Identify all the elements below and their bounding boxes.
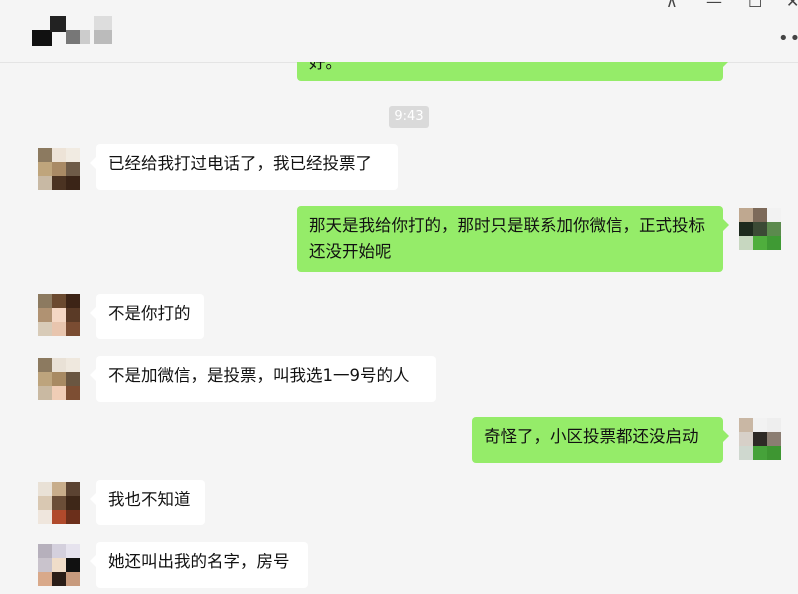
message-bubble[interactable]: 已经给我打过电话了，我已经投票了 — [90, 144, 398, 190]
message-bubble[interactable]: 那天是我给你打的，那时只是联系加你微信，正式投标还没开始呢 — [297, 206, 729, 272]
more-options-icon[interactable]: ••• — [778, 28, 798, 49]
minimize-icon[interactable]: — — [706, 0, 722, 10]
message-text: 她还叫出我的名字，房号 — [108, 552, 290, 571]
avatar[interactable] — [38, 482, 80, 524]
message-text: 那天是我给你打的，那时只是联系加你微信，正式投标还没开始呢 — [309, 216, 705, 261]
message-bubble-partial[interactable]: 好。 — [297, 62, 729, 81]
avatar[interactable] — [38, 358, 80, 400]
avatar-self[interactable] — [739, 208, 781, 250]
message-bubble[interactable]: 不是加微信，是投票，叫我选1一9号的人 — [90, 356, 436, 402]
message-text-partial: 好。 — [309, 62, 342, 72]
message-text: 不是你打的 — [108, 304, 191, 323]
avatar[interactable] — [38, 544, 80, 586]
avatar[interactable] — [38, 148, 80, 190]
message-text: 奇怪了，小区投票都还没启动 — [484, 427, 699, 446]
message-text: 已经给我打过电话了，我已经投票了 — [108, 154, 372, 173]
maximize-icon[interactable]: ☐ — [748, 0, 762, 10]
contact-name-pixelated — [32, 16, 114, 48]
message-bubble[interactable]: 我也不知道 — [90, 480, 205, 525]
close-icon[interactable]: ✕ — [786, 0, 798, 10]
chat-history[interactable]: 好。 9:43 已经给我打过电话了，我已经投票了 那天是我给你打的，那时只是联系… — [0, 62, 798, 594]
message-text: 不是加微信，是投票，叫我选1一9号的人 — [108, 366, 410, 385]
timestamp: 9:43 — [389, 106, 429, 128]
message-text: 我也不知道 — [108, 490, 191, 509]
title-bar: ⊼ — ☐ ✕ ••• — [0, 0, 798, 63]
avatar[interactable] — [38, 294, 80, 336]
message-bubble[interactable]: 奇怪了，小区投票都还没启动 — [472, 417, 729, 463]
pin-icon[interactable]: ⊼ — [666, 0, 678, 10]
message-bubble[interactable]: 她还叫出我的名字，房号 — [90, 542, 308, 588]
message-bubble[interactable]: 不是你打的 — [90, 294, 204, 339]
avatar-self[interactable] — [739, 418, 781, 460]
